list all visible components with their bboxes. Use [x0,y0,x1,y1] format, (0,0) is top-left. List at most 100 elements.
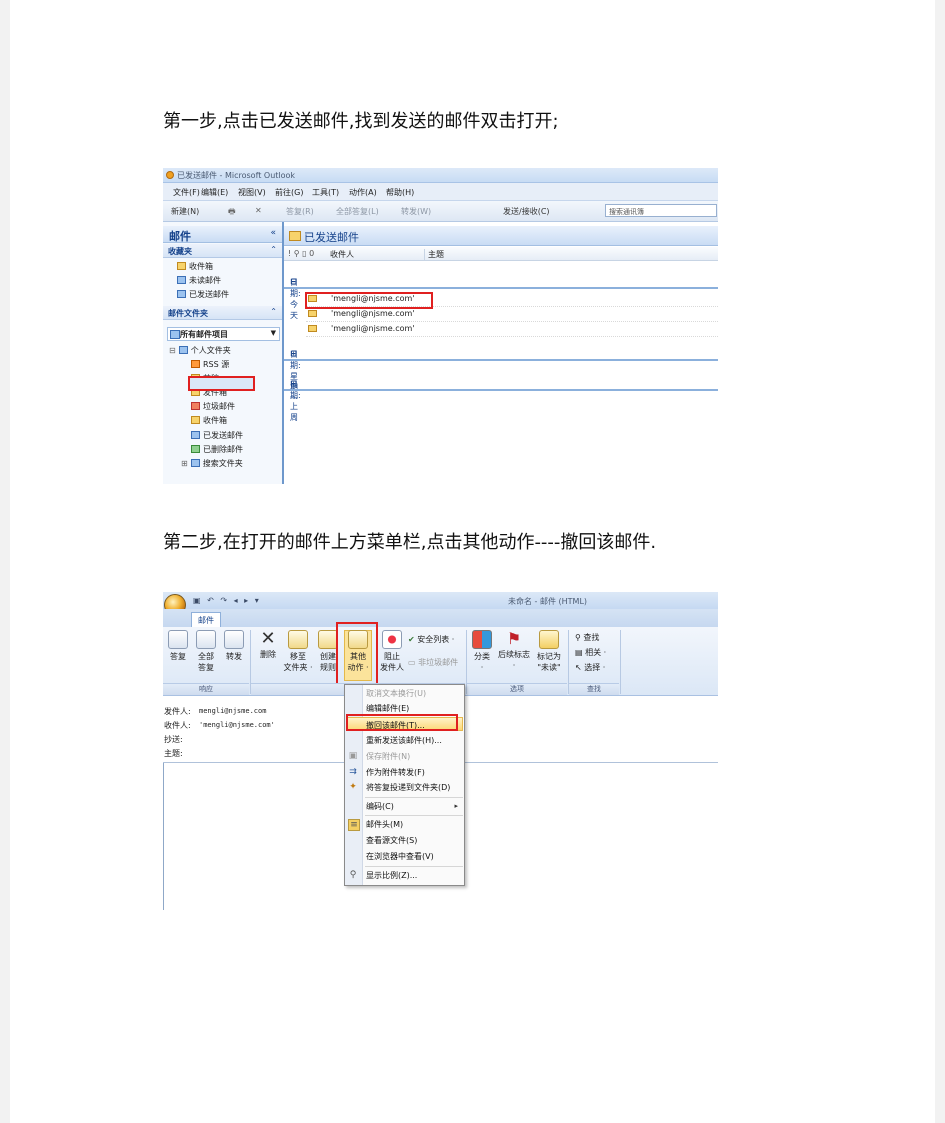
reply-icon [168,630,188,649]
step-two-text: 第二步,在打开的邮件上方菜单栏,点击其他动作----撤回该邮件. [163,532,657,553]
tab-message[interactable]: 邮件 [191,612,221,627]
step-one-text: 第一步,点击已发送邮件,找到发送的邮件双击打开; [163,111,559,132]
personal-folders-icon [178,346,188,354]
menu-deliver-replies[interactable]: 将答复投递到文件夹(D) [366,782,450,793]
reply-all-icon [196,630,216,649]
move-folder-icon [288,630,308,649]
favorite-inbox-label: 收件箱 [189,262,213,271]
other-actions-button[interactable]: 其他动作 · [344,630,372,673]
window-title: 已发送邮件 - Microsoft Outlook [177,171,296,180]
delete-icon: ✕ [260,628,276,649]
personal-folders[interactable]: ⊟ 个人文件夹 [169,345,231,356]
delete-icon[interactable]: ✕ [255,206,262,215]
flags-columns-icon[interactable]: ! ⚲ ▯ 0 [288,249,314,258]
menu-message-header[interactable]: 邮件头(M) [366,819,403,830]
menu-go[interactable]: 前往(G) [275,187,303,198]
move-to-folder-button[interactable]: 移至 文件夹 · [283,630,313,673]
menu-save-attachments[interactable]: 保存附件(N) [366,751,410,762]
column-subject[interactable]: 主题 [424,249,444,260]
menu-bar: 文件(F) 编辑(E) 视图(V) 前往(G) 工具(T) 动作(A) 帮助(H… [163,183,718,201]
mail-row[interactable]: 'mengli@njsme.com' [306,307,718,322]
folder-deleted-label: 已删除邮件 [203,445,243,454]
mail-row[interactable]: 'mengli@njsme.com' [306,322,718,337]
list-header: 已发送邮件 [284,226,718,246]
envelope-icon [308,310,317,317]
other-actions-label-1: 其他 [350,652,366,661]
favorite-inbox[interactable]: 收件箱 [177,261,213,272]
favorites-header[interactable]: 收藏夹 ⌃ [163,244,282,258]
folder-rss[interactable]: RSS 源 [191,359,229,370]
menu-view[interactable]: 视图(V) [238,187,266,198]
menu-resend-message[interactable]: 重新发送该邮件(H)... [366,735,442,746]
menu-separator [365,797,463,798]
move-label-2: 文件夹 · [283,663,313,672]
reply-button[interactable]: 答复 [167,630,189,662]
address-book-search[interactable]: 搜索通讯簿 [605,204,717,217]
reply-all-button[interactable]: 全部答复(L) [336,206,379,217]
menu-encoding[interactable]: 编码(C) [366,801,394,812]
folder-junk[interactable]: 垃圾邮件 [191,401,235,412]
forward-attachment-icon: ⇉ [349,767,357,777]
cc-label: 抄送: [164,735,183,744]
save-attachment-icon: ▣ [348,751,358,761]
rule-icon [318,630,338,649]
menu-separator [365,866,463,867]
zoom-icon: ⚲ [349,870,357,880]
other-actions-label-2: 动作 · [347,663,369,672]
menu-actions[interactable]: 动作(A) [349,187,377,198]
group-last-week-label: 日期: 上周 [290,380,301,422]
forward-button[interactable]: 转发(W) [401,206,431,217]
folder-icon [177,262,186,270]
new-button[interactable]: 新建(N) [171,206,199,217]
favorite-sent-label: 已发送邮件 [189,290,229,299]
submenu-arrow-icon: ▸ [454,802,458,810]
folder-deleted[interactable]: 已删除邮件 [191,444,243,455]
nav-title: 邮件 [169,230,191,243]
envelope-icon [308,325,317,332]
folder-sent-label: 已发送邮件 [203,431,243,440]
menu-view-source[interactable]: 查看源文件(S) [366,835,417,846]
group-today[interactable]: ⊟ 日期: 今天 [284,275,718,320]
mail-items-icon [170,330,180,339]
from-value: mengli@njsme.com [199,707,267,715]
reply-button[interactable]: 答复(R) [286,206,314,217]
menu-unwrap-text[interactable]: 取消文本换行(U) [366,688,426,699]
mail-folders-label: 邮件文件夹 [168,309,208,318]
favorite-unread[interactable]: 未读邮件 [177,275,221,286]
menu-help[interactable]: 帮助(H) [386,187,414,198]
sent-folder-icon [177,290,186,298]
menu-edit[interactable]: 编辑(E) [201,187,228,198]
menu-file[interactable]: 文件(F) [173,187,200,198]
folder-inbox[interactable]: 收件箱 [191,415,227,426]
forward-button[interactable]: 转发 [223,630,245,662]
favorite-sent[interactable]: 已发送邮件 [177,289,229,300]
quick-access-toolbar[interactable]: ▣ ↶ ↷ ◂ ▸ ▾ [193,596,261,605]
recall-highlight [346,714,458,731]
deliver-replies-icon: ✦ [349,782,357,792]
delete-button[interactable]: ✕ 删除 [257,630,279,660]
group-today-label: 日期: 今天 [290,278,301,320]
menu-tools[interactable]: 工具(T) [312,187,339,198]
search-folders-icon [190,459,200,467]
sent-folder-icon [289,231,301,241]
folder-sent[interactable]: 已发送邮件 [191,430,243,441]
column-to[interactable]: 收件人 [330,249,354,260]
group-monday[interactable]: ⊞ 日期: 星期一 [284,347,718,403]
group-last-week[interactable]: ⊞ 日期: 上周 [284,377,718,422]
menu-forward-as-attachment[interactable]: 作为附件转发(F) [366,767,425,778]
outlook-icon [166,171,174,179]
navigation-pane: 邮件 « 收藏夹 ⌃ 收件箱 未读邮件 已发送邮件 邮件文件夹 ⌃ 所有邮件项目 ▼… [163,222,284,484]
print-icon[interactable]: 🖶 [228,206,236,220]
send-receive-button[interactable]: 发送/接收(C) [503,206,550,217]
collapse-icon[interactable]: « [270,228,276,238]
rule-label-1: 创建 [320,652,336,661]
menu-edit-message[interactable]: 编辑邮件(E) [366,703,409,714]
menu-zoom[interactable]: 显示比例(Z)... [366,870,417,881]
search-folders[interactable]: ⊞ 搜索文件夹 [181,458,243,469]
chevron-up-icon: ⌃ [270,245,277,254]
reply-all-label-2: 答复 [198,663,214,672]
reply-all-button[interactable]: 全部 答复 [194,630,218,673]
menu-view-in-browser[interactable]: 在浏览器中查看(V) [366,851,434,862]
mail-folders-header[interactable]: 邮件文件夹 ⌃ [163,306,282,320]
all-mail-items-dropdown[interactable]: 所有邮件项目 ▼ [167,327,280,341]
